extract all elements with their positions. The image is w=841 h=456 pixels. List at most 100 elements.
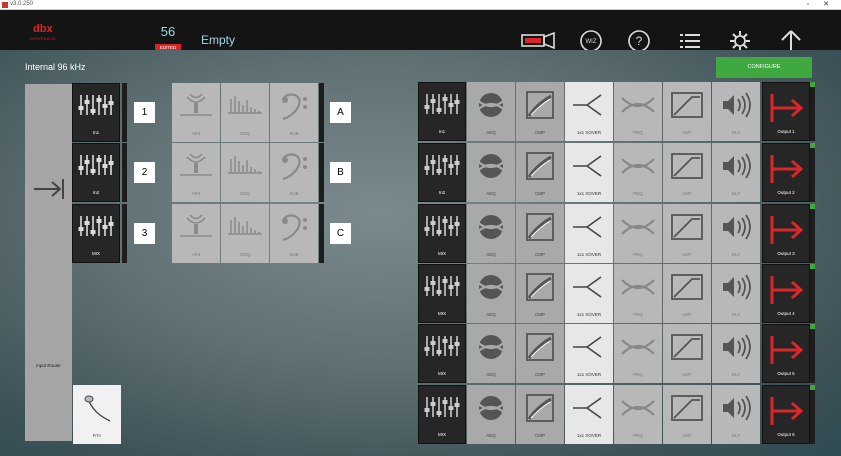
output-1-peq[interactable]: PEQ <box>614 82 662 141</box>
output-3-block-label: Output 3 <box>777 251 795 256</box>
proc-a-sub[interactable]: SUB <box>270 83 318 142</box>
input-3-block[interactable]: MIX <box>72 204 120 263</box>
output-2-cmp[interactable]: CMP <box>516 143 564 202</box>
output-1-cmp[interactable]: CMP <box>516 82 564 141</box>
output-3-xover[interactable]: 1x1 XOVER <box>565 204 613 263</box>
router-arrow-icon <box>34 179 64 199</box>
output-2-lmt[interactable]: LMT <box>663 143 711 202</box>
output-2-aeq[interactable]: AEQ <box>467 143 515 202</box>
configure-button[interactable]: CONFIGURE <box>716 57 812 78</box>
proc-a-afs[interactable]: AFS <box>172 83 220 142</box>
output-3-peq[interactable]: PEQ <box>614 204 662 263</box>
window-controls[interactable]: ◦ ✕ <box>807 0 835 9</box>
output-6-dly-label: DLY <box>731 433 741 438</box>
output-6-aeq[interactable]: AEQ <box>467 385 515 444</box>
output-1-xover-label: 1x1 XOVER <box>576 130 602 135</box>
output-1-xover[interactable]: 1x1 XOVER <box>565 82 613 141</box>
output-5-dly[interactable]: DLY <box>712 324 760 383</box>
output-1-block[interactable]: Output 1 <box>762 82 810 141</box>
proc-b-sub-label: SUB <box>289 191 299 196</box>
output-6-lmt-label: LMT <box>682 433 692 438</box>
output-1-lmt[interactable]: LMT <box>663 82 711 141</box>
output-2-dly[interactable]: DLY <box>712 143 760 202</box>
output-4-cmp[interactable]: CMP <box>516 264 564 323</box>
output-4-meter <box>810 264 815 323</box>
input-1-number: 1 <box>134 102 155 123</box>
preset-number[interactable]: 56 <box>150 24 186 39</box>
proc-a-geq[interactable]: GEQ <box>221 83 269 142</box>
output-2-source[interactable]: In2 <box>418 143 466 202</box>
rta-block[interactable]: RTA <box>73 385 121 444</box>
input-2-block[interactable]: In2 <box>72 143 120 202</box>
output-5-source[interactable]: MIX <box>418 324 466 383</box>
proc-b-afs[interactable]: AFS <box>172 143 220 202</box>
output-1-aeq-label: AEQ <box>486 130 496 135</box>
output-5-lmt[interactable]: LMT <box>663 324 711 383</box>
output-3-aeq[interactable]: AEQ <box>467 204 515 263</box>
output-5-cmp-label: CMP <box>535 372 545 377</box>
input-3-number: 3 <box>134 223 155 244</box>
output-6-source[interactable]: MIX <box>418 385 466 444</box>
output-6-peq[interactable]: PEQ <box>614 385 662 444</box>
output-2-peq[interactable]: PEQ <box>614 143 662 202</box>
output-2-xover[interactable]: 1x1 XOVER <box>565 143 613 202</box>
output-3-lmt-label: LMT <box>682 252 692 257</box>
output-1-source-label: In1 <box>438 129 446 134</box>
output-4-source[interactable]: MIX <box>418 264 466 323</box>
output-4-lmt[interactable]: LMT <box>663 264 711 323</box>
output-3-block[interactable]: Output 3 <box>762 204 810 263</box>
proc-b-sub[interactable]: SUB <box>270 143 318 202</box>
output-1-block-label: Output 1 <box>777 129 795 134</box>
output-3-source-label: MIX <box>437 251 446 256</box>
input-router[interactable]: Input Router <box>25 84 72 441</box>
window-titlebar: v3.0.250 ◦ ✕ <box>0 0 841 10</box>
output-1-peq-label: PEQ <box>633 130 643 135</box>
input-2-meter <box>122 143 127 202</box>
output-5-xover[interactable]: 1x1 XOVER <box>565 324 613 383</box>
output-4-aeq[interactable]: AEQ <box>467 264 515 323</box>
output-3-cmp-label: CMP <box>535 252 545 257</box>
input-router-label: Input Router <box>36 363 61 368</box>
output-6-lmt[interactable]: LMT <box>663 385 711 444</box>
proc-c-afs-label: AFS <box>191 252 201 257</box>
proc-c-sub[interactable]: SUB <box>270 204 318 263</box>
proc-c-sub-label: SUB <box>289 252 299 257</box>
output-3-dly[interactable]: DLY <box>712 204 760 263</box>
output-2-cmp-label: CMP <box>535 191 545 196</box>
output-5-peq[interactable]: PEQ <box>614 324 662 383</box>
proc-c-geq[interactable]: GEQ <box>221 204 269 263</box>
output-4-peq[interactable]: PEQ <box>614 264 662 323</box>
output-1-aeq[interactable]: AEQ <box>467 82 515 141</box>
output-6-block[interactable]: Output 6 <box>762 385 810 444</box>
rta-block-label: RTA <box>92 433 102 438</box>
output-6-cmp[interactable]: CMP <box>516 385 564 444</box>
output-3-cmp[interactable]: CMP <box>516 204 564 263</box>
output-1-dly[interactable]: DLY <box>712 82 760 141</box>
output-2-xover-label: 1x1 XOVER <box>576 191 602 196</box>
output-3-lmt[interactable]: LMT <box>663 204 711 263</box>
input-1-block[interactable]: In1 <box>72 83 120 142</box>
output-6-dly[interactable]: DLY <box>712 385 760 444</box>
proc-c-afs[interactable]: AFS <box>172 204 220 263</box>
dbx-logo: dbx DRIVERACK <box>30 23 57 42</box>
output-5-cmp[interactable]: CMP <box>516 324 564 383</box>
output-1-source[interactable]: In1 <box>418 82 466 141</box>
output-3-source[interactable]: MIX <box>418 204 466 263</box>
output-4-dly-label: DLY <box>731 312 741 317</box>
output-4-xover[interactable]: 1x1 XOVER <box>565 264 613 323</box>
output-6-xover[interactable]: 1x1 XOVER <box>565 385 613 444</box>
output-4-xover-label: 1x1 XOVER <box>576 312 602 317</box>
output-5-block[interactable]: Output 5 <box>762 324 810 383</box>
input-3-meter <box>122 204 127 263</box>
output-1-meter <box>810 82 815 141</box>
proc-c-letter: C <box>330 223 351 244</box>
svg-text:?: ? <box>636 34 643 48</box>
output-4-block[interactable]: Output 4 <box>762 264 810 323</box>
output-4-dly[interactable]: DLY <box>712 264 760 323</box>
proc-b-geq[interactable]: GEQ <box>221 143 269 202</box>
preset-name[interactable]: Empty <box>201 33 235 47</box>
output-5-peq-label: PEQ <box>633 372 643 377</box>
output-3-peq-label: PEQ <box>633 252 643 257</box>
output-5-aeq[interactable]: AEQ <box>467 324 515 383</box>
output-2-block[interactable]: Output 2 <box>762 143 810 202</box>
